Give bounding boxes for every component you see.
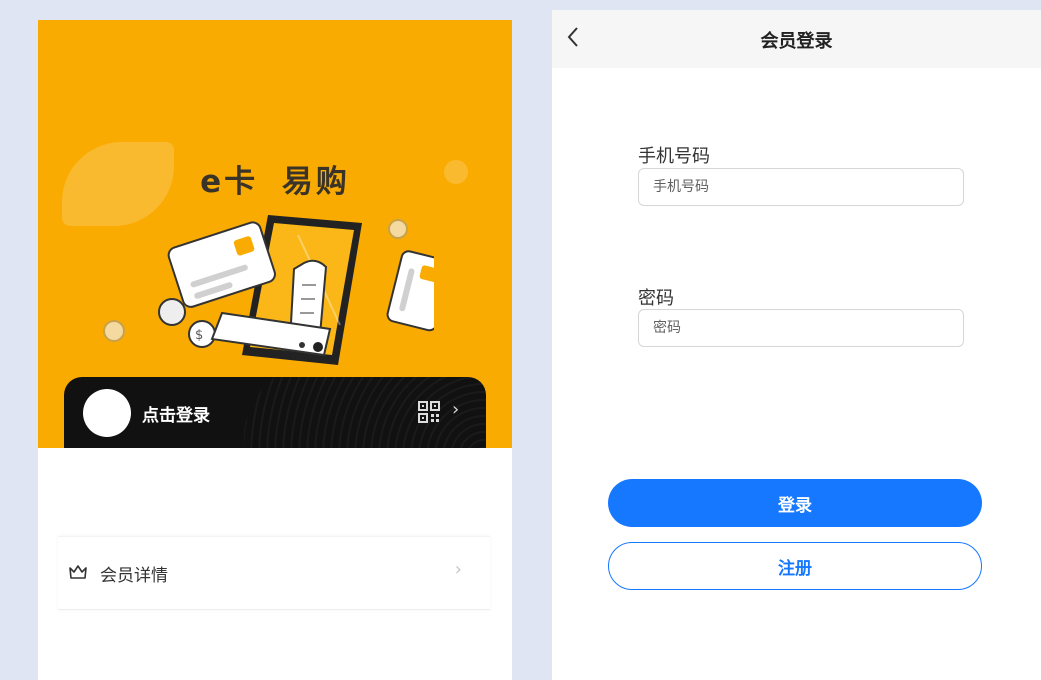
- nav-bar: 会员登录: [552, 10, 1041, 68]
- menu-item-label: 会员详情: [100, 566, 168, 586]
- crown-icon: [69, 565, 87, 579]
- svg-text:$: $: [195, 328, 203, 343]
- member-card[interactable]: 点击登录 ›: [64, 377, 486, 448]
- phone-label: 手机号码: [638, 146, 710, 167]
- register-button[interactable]: 注册: [608, 542, 982, 590]
- banner-title: e卡 易购: [200, 164, 350, 200]
- home-screen: e卡 易购 $ 点击登录 › 会员详情 ›: [38, 20, 512, 680]
- chevron-right-icon: ›: [454, 559, 462, 580]
- chevron-right-icon: ›: [452, 399, 460, 420]
- avatar[interactable]: [83, 389, 131, 437]
- password-input[interactable]: [638, 309, 964, 347]
- click-login-link[interactable]: 点击登录: [142, 401, 210, 426]
- content-spacer: [38, 448, 512, 536]
- hero-banner: e卡 易购 $ 点击登录 ›: [38, 20, 512, 448]
- page-title: 会员登录: [760, 31, 833, 52]
- payment-illustration: $: [103, 215, 434, 365]
- password-label: 密码: [638, 288, 674, 309]
- qr-code-icon[interactable]: [418, 401, 440, 423]
- card-pattern: [244, 377, 486, 448]
- phone-input[interactable]: [638, 168, 964, 206]
- login-button[interactable]: 登录: [608, 479, 982, 527]
- menu-item-member-details[interactable]: 会员详情 ›: [58, 536, 490, 610]
- login-screen: 会员登录 手机号码 密码 登录 注册: [552, 10, 1041, 680]
